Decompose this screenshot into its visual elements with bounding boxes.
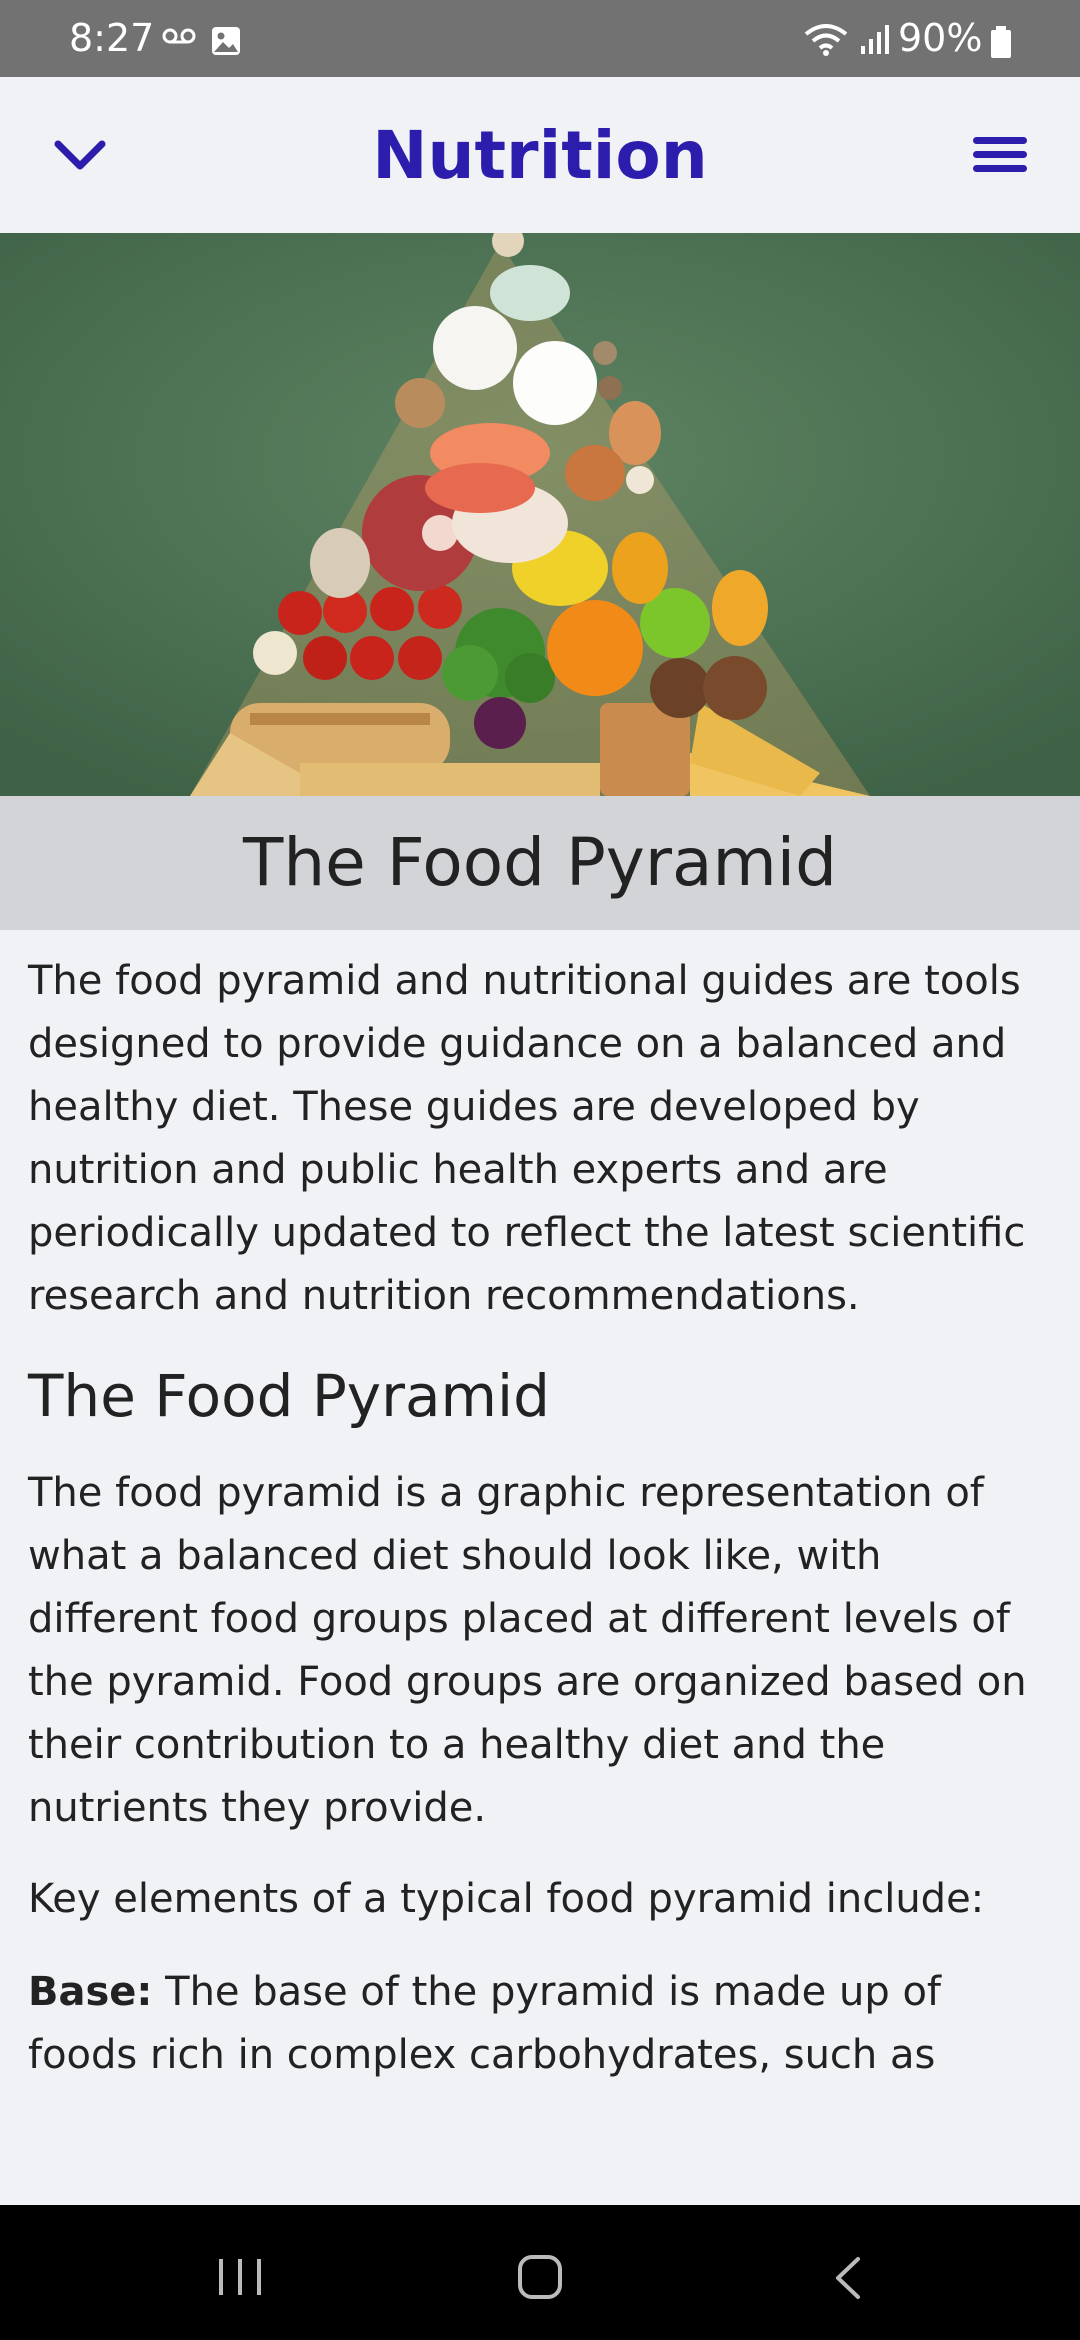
recents-button[interactable]	[215, 2257, 265, 2301]
article-content: The food pyramid and nutritional guides …	[28, 950, 1058, 2107]
menu-button[interactable]	[960, 122, 1040, 192]
status-time: 8:27	[69, 16, 155, 60]
page-title: Nutrition	[372, 117, 708, 194]
status-bar: 8:27 90%	[0, 0, 1080, 77]
signal-icon	[860, 22, 890, 60]
section-heading: The Food Pyramid	[28, 1362, 550, 1430]
voicemail-icon	[162, 26, 196, 50]
base-paragraph: Base: The base of the pyramid is made up…	[28, 1961, 1058, 2087]
app-bar: Nutrition	[0, 77, 1080, 233]
base-text: The base of the pyramid is made up of fo…	[28, 1969, 942, 2078]
back-button[interactable]	[830, 2255, 864, 2305]
gallery-icon	[210, 25, 242, 61]
article-title: The Food Pyramid	[243, 824, 837, 901]
intro-paragraph: The food pyramid and nutritional guides …	[28, 958, 1026, 1319]
home-button[interactable]	[516, 2253, 564, 2305]
hamburger-menu-icon	[973, 135, 1027, 179]
article-title-band: The Food Pyramid	[0, 796, 1080, 930]
battery-icon	[990, 26, 1012, 62]
key-elements-paragraph: Key elements of a typical food pyramid i…	[28, 1876, 985, 1922]
battery-percentage: 90%	[898, 16, 983, 60]
hero-image	[0, 233, 1080, 796]
wifi-icon	[804, 22, 848, 60]
base-label: Base:	[28, 1969, 153, 2015]
section-paragraph: The food pyramid is a graphic representa…	[28, 1470, 1027, 1831]
system-navigation-bar	[0, 2205, 1080, 2340]
